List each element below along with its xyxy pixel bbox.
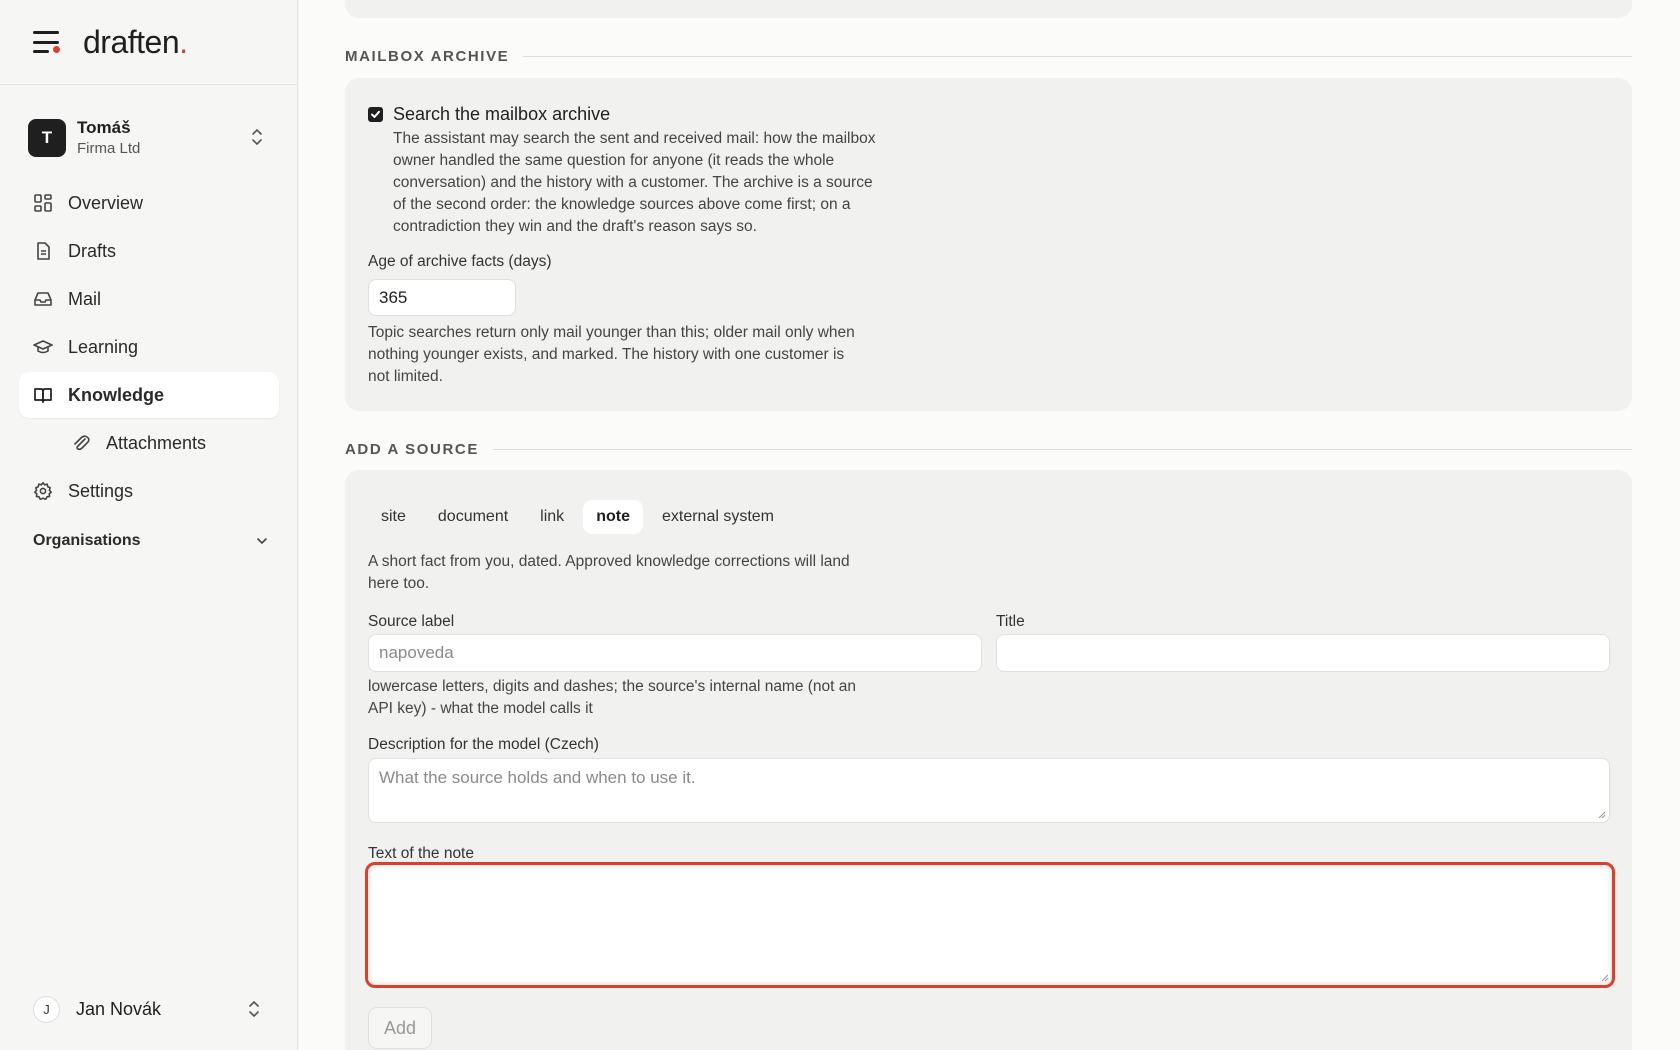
- title-label: Title: [996, 613, 1025, 630]
- nav-item-knowledge[interactable]: Knowledge: [19, 372, 279, 418]
- note-textarea[interactable]: [365, 862, 1615, 988]
- graduation-cap-icon: [33, 340, 53, 354]
- menu-icon[interactable]: [33, 31, 60, 53]
- tab-external-system[interactable]: external system: [649, 500, 787, 534]
- document-icon: [37, 242, 50, 260]
- check-icon: [371, 110, 380, 118]
- gear-icon: [34, 482, 52, 500]
- age-value: 365: [379, 287, 408, 307]
- archive-checkbox[interactable]: [368, 107, 383, 122]
- add-button[interactable]: Add: [368, 1007, 432, 1049]
- source-label-help: lowercase letters, digits and dashes; th…: [368, 678, 857, 717]
- nav-label-attachments: Attachments: [106, 432, 207, 453]
- archive-checkbox-label: Search the mailbox archive: [393, 104, 611, 124]
- tab-document[interactable]: document: [425, 500, 521, 534]
- age-help: Topic searches return only mail younger …: [368, 324, 855, 385]
- grid-icon: [34, 194, 52, 212]
- note-label: Text of the note: [368, 845, 474, 862]
- source-label-input[interactable]: napoveda: [368, 634, 982, 672]
- section-heading-mailbox-archive: MAILBOX ARCHIVE: [345, 48, 1632, 65]
- chevron-down-icon: [257, 538, 267, 544]
- archive-description: The assistant may search the sent and re…: [393, 130, 876, 235]
- title-input[interactable]: [996, 634, 1610, 672]
- nav-item-overview[interactable]: Overview: [19, 180, 279, 226]
- nav-item-learning[interactable]: Learning: [19, 324, 279, 370]
- archive-checkbox-row[interactable]: Search the mailbox archive: [368, 104, 610, 125]
- book-open-icon: [34, 388, 52, 403]
- tab-site[interactable]: site: [368, 500, 419, 534]
- nav-label-drafts: Drafts: [68, 240, 117, 261]
- note-intro: A short fact from you, dated. Approved k…: [368, 553, 850, 592]
- nav-item-mail[interactable]: Mail: [19, 276, 279, 322]
- previous-card: [345, 0, 1632, 18]
- description-placeholder: What the source holds and when to use it…: [379, 768, 696, 787]
- section-heading-add-source: ADD A SOURCE: [345, 441, 1632, 458]
- description-textarea[interactable]: What the source holds and when to use it…: [368, 758, 1610, 823]
- user-menu[interactable]: J Jan Novák: [33, 994, 269, 1024]
- tab-note[interactable]: note: [583, 500, 643, 534]
- user-avatar: J: [33, 995, 60, 1023]
- nav-item-drafts[interactable]: Drafts: [19, 228, 279, 274]
- logo: draften.: [83, 23, 188, 60]
- user-name: Jan Novák: [76, 998, 162, 1019]
- resize-handle-icon[interactable]: [1597, 810, 1606, 819]
- source-type-tabs: site document link note external system: [368, 500, 787, 534]
- chevron-up-down-icon: [249, 1001, 259, 1017]
- nav-label-overview: Overview: [68, 192, 144, 213]
- main-nav: Overview Drafts Mail Learning Knowledge …: [19, 180, 279, 516]
- age-input[interactable]: 365: [368, 279, 516, 316]
- tab-link[interactable]: link: [527, 500, 577, 534]
- organisations-toggle[interactable]: Organisations: [33, 532, 269, 550]
- account-avatar: T: [28, 119, 66, 157]
- nav-item-attachments[interactable]: Attachments: [19, 420, 279, 466]
- add-source-card: site document link note external system …: [345, 470, 1632, 1050]
- description-label: Description for the model (Czech): [368, 736, 599, 753]
- brand-header: draften.: [0, 0, 297, 85]
- age-label: Age of archive facts (days): [368, 253, 552, 270]
- account-switcher[interactable]: T Tomáš Firma Ltd: [28, 116, 274, 160]
- organisations-label: Organisations: [33, 532, 141, 549]
- account-name: Tomáš: [77, 118, 131, 137]
- mailbox-archive-card: Search the mailbox archive The assistant…: [345, 78, 1632, 411]
- nav-label-knowledge: Knowledge: [68, 384, 165, 405]
- account-org: Firma Ltd: [77, 140, 141, 157]
- inbox-icon: [34, 292, 52, 306]
- nav-label-learning: Learning: [68, 336, 139, 357]
- nav-label-settings: Settings: [68, 480, 134, 501]
- paperclip-icon: [74, 435, 90, 451]
- nav-label-mail: Mail: [68, 288, 102, 309]
- sidebar: draften. T Tomáš Firma Ltd Overview Draf…: [0, 0, 298, 1050]
- resize-handle-icon[interactable]: [1600, 973, 1609, 982]
- nav-item-settings[interactable]: Settings: [19, 468, 279, 514]
- chevron-up-down-icon: [252, 129, 262, 145]
- main-content: MAILBOX ARCHIVE Search the mailbox archi…: [299, 0, 1680, 1050]
- source-label-placeholder: napoveda: [379, 643, 454, 662]
- source-label-label: Source label: [368, 613, 455, 630]
